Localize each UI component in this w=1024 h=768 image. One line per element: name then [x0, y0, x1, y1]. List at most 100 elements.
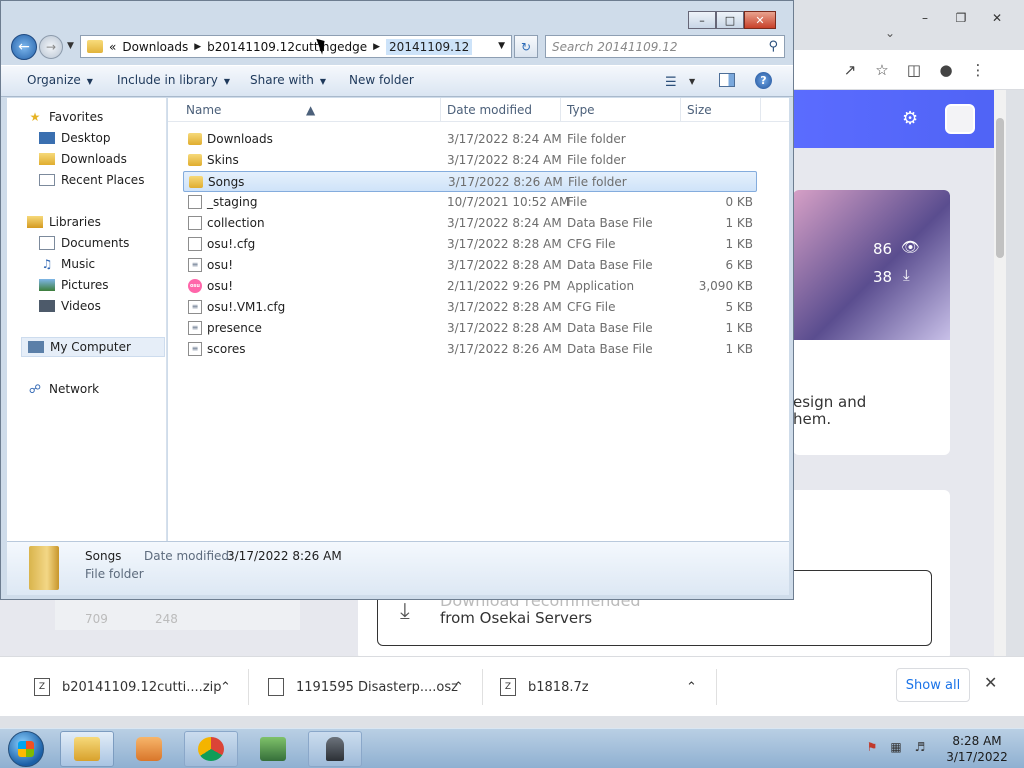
file-date: 3/17/2022 8:24 AM	[447, 153, 562, 167]
maximize-button[interactable]: □	[716, 11, 744, 29]
show-all-button[interactable]: Show all	[896, 668, 970, 702]
preview-pane-icon[interactable]	[719, 73, 735, 87]
breadcrumb-current[interactable]: 20141109.12	[386, 38, 473, 55]
share-icon[interactable]: ↗	[840, 60, 860, 80]
taskbar-monitor-app[interactable]	[246, 731, 300, 767]
download-tray-icon: ⤓	[400, 599, 410, 624]
left-downloads-count: 248	[155, 612, 178, 626]
file-size: 1 KB	[725, 237, 753, 251]
taskbar-chrome[interactable]	[184, 731, 238, 767]
download-item-1-chevron-up-icon[interactable]: ⌃	[220, 677, 231, 697]
file-row[interactable]: collection 3/17/2022 8:24 AM Data Base Fil…	[183, 213, 757, 234]
beatmap-card[interactable]: 86 👁 38 ⤓ esign and hem.	[793, 190, 950, 455]
downloads-folder-icon	[39, 153, 55, 165]
details-date-value: 3/17/2022 8:26 AM	[227, 549, 342, 563]
recent-pages-dropdown-icon[interactable]: ▼	[67, 41, 74, 51]
column-divider[interactable]	[680, 98, 681, 122]
volume-icon[interactable]: ♬	[912, 739, 928, 755]
browser-menu-icon[interactable]: ⋮	[968, 60, 988, 80]
column-name[interactable]: Name	[186, 103, 221, 117]
taskbar-chess-app[interactable]	[308, 731, 362, 767]
file-row[interactable]: osu!.cfg 3/17/2022 8:28 AM CFG File 1 KB	[183, 234, 757, 255]
column-type[interactable]: Type	[567, 103, 595, 117]
file-row[interactable]: Songs 3/17/2022 8:26 AM File folder	[183, 171, 757, 192]
forward-button[interactable]: →	[39, 35, 63, 59]
tab-search-chevron-icon[interactable]: ⌄	[885, 26, 895, 40]
download-item-2[interactable]: 1191595 Disasterp....osz	[268, 677, 458, 697]
star-icon: ★	[29, 110, 41, 124]
clock-date: 3/17/2022	[946, 750, 1008, 764]
browser-minimize-button[interactable]: –	[908, 8, 942, 28]
file-name: Downloads	[207, 132, 273, 146]
share-with-button[interactable]: Share with ▼	[250, 73, 326, 87]
description-line-2: hem.	[793, 410, 832, 428]
download-item-2-chevron-up-icon[interactable]: ⌃	[453, 677, 464, 697]
nav-network[interactable]: ☍ Network	[27, 379, 185, 399]
help-icon[interactable]: ?	[755, 72, 772, 89]
view-options-dropdown-icon[interactable]: ▼	[689, 77, 695, 86]
column-size[interactable]: Size	[687, 103, 712, 117]
file-row[interactable]: osu osu! 2/11/2022 9:26 PM Application 3,090…	[183, 276, 757, 297]
download-item-3-chevron-up-icon[interactable]: ⌃	[686, 677, 697, 697]
breadcrumb-overflow[interactable]: «	[109, 40, 116, 54]
close-button[interactable]: ✕	[744, 11, 776, 29]
file-row[interactable]: Downloads 3/17/2022 8:24 AM File folder	[183, 129, 757, 150]
music-icon: ♫	[41, 257, 53, 271]
breadcrumb-arrow-icon[interactable]: ▶	[194, 42, 201, 52]
breadcrumb-downloads[interactable]: Downloads	[122, 40, 188, 54]
nav-my-computer[interactable]: My Computer	[21, 337, 165, 357]
search-input[interactable]: Search 20141109.12 ⚲	[545, 35, 785, 58]
file-row[interactable]: ≡ presence 3/17/2022 8:28 AM Data Base File…	[183, 318, 757, 339]
taskbar-explorer[interactable]	[60, 731, 114, 767]
file-row[interactable]: _staging 10/7/2021 10:52 AM File 0 KB	[183, 192, 757, 213]
include-in-library-button[interactable]: Include in library ▼	[117, 73, 230, 87]
back-button[interactable]: ←	[11, 34, 37, 60]
file-row[interactable]: Skins 3/17/2022 8:24 AM File folder	[183, 150, 757, 171]
user-avatar[interactable]	[945, 104, 975, 134]
file-row[interactable]: ≡ scores 3/17/2022 8:26 AM Data Base File 1 …	[183, 339, 757, 360]
clock[interactable]: 8:28 AM 3/17/2022	[942, 733, 1012, 765]
file-row[interactable]: ≡ osu!.VM1.cfg 3/17/2022 8:28 AM CFG File 5 …	[183, 297, 757, 318]
network-tray-icon[interactable]: ▦	[888, 739, 904, 755]
taskbar-media-player[interactable]	[122, 731, 176, 767]
new-folder-button[interactable]: New folder	[349, 73, 414, 87]
address-bar[interactable]: « Downloads ▶ b20141109.12cuttingedge ▶ …	[80, 35, 512, 58]
computer-icon	[28, 341, 44, 353]
start-button[interactable]	[8, 731, 44, 767]
search-placeholder: Search 20141109.12	[552, 39, 678, 54]
column-divider[interactable]	[440, 98, 441, 122]
breadcrumb-arrow-icon[interactable]: ▶	[373, 42, 380, 52]
settings-gear-icon[interactable]: ⚙	[902, 108, 922, 129]
nav-favorites[interactable]: ★ Favorites	[27, 107, 185, 127]
column-divider[interactable]	[560, 98, 561, 122]
file-row[interactable]: ≡ osu! 3/17/2022 8:28 AM Data Base File 6 KB	[183, 255, 757, 276]
file-type: File	[567, 195, 588, 209]
minimize-button[interactable]: –	[688, 11, 716, 29]
organize-button[interactable]: Organize ▼	[27, 73, 93, 87]
action-center-icon[interactable]: ⚑	[864, 739, 880, 755]
file-size: 1 KB	[725, 342, 753, 356]
file-name: Songs	[208, 175, 245, 189]
address-dropdown-icon[interactable]: ▼	[498, 41, 505, 51]
scrollbar-thumb[interactable]	[996, 118, 1004, 258]
download-item-1[interactable]: Z b20141109.12cutti....zip	[34, 677, 222, 697]
breadcrumb-parent[interactable]: b20141109.12cuttingedge	[207, 40, 367, 54]
downloads-count: 38	[873, 268, 893, 286]
column-divider[interactable]	[760, 98, 761, 122]
page-scrollbar[interactable]	[994, 90, 1006, 656]
browser-maximize-button[interactable]: ❐	[944, 8, 978, 28]
profile-icon[interactable]: ●	[936, 60, 956, 80]
change-view-icon[interactable]: ☰	[665, 75, 677, 90]
bookmark-star-icon[interactable]: ☆	[872, 60, 892, 80]
search-icon[interactable]: ⚲	[768, 39, 778, 54]
close-downloads-bar-icon[interactable]: ✕	[984, 673, 997, 692]
file-name: osu!.VM1.cfg	[207, 300, 286, 314]
download-item-3[interactable]: Z b1818.7z	[500, 677, 589, 697]
nav-libraries[interactable]: Libraries	[27, 212, 185, 232]
browser-close-button[interactable]: ✕	[980, 8, 1014, 28]
refresh-button[interactable]: ↻	[514, 35, 538, 58]
side-panel-icon[interactable]: ◫	[904, 60, 924, 80]
file-type: CFG File	[567, 237, 616, 251]
column-date-modified[interactable]: Date modified	[447, 103, 532, 117]
file-size: 3,090 KB	[698, 279, 753, 293]
